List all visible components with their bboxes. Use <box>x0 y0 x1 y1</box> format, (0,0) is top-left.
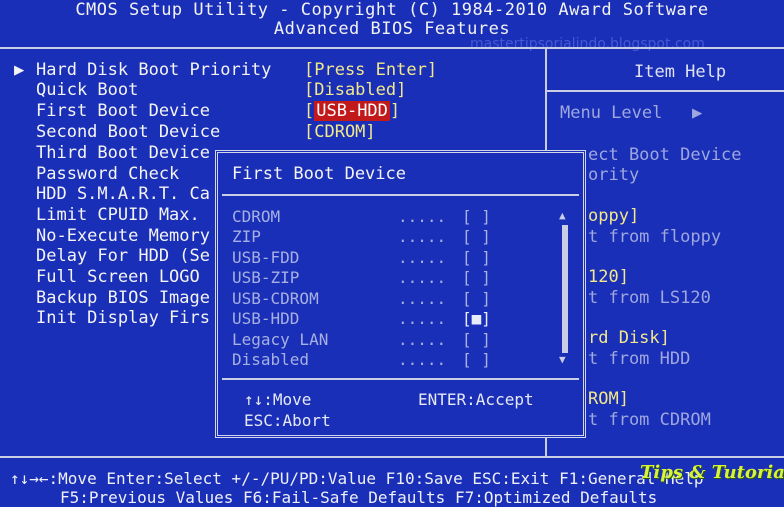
help-line: 120] <box>588 267 629 287</box>
setting-first-boot-device[interactable]: First Boot Device <box>36 101 210 121</box>
option-legacy-lan[interactable]: Legacy LAN <box>232 330 328 349</box>
option-usb-zip[interactable]: USB-ZIP <box>232 268 299 287</box>
dialog-title-divider <box>222 194 579 196</box>
setting-init-display-first[interactable]: Init Display Firs <box>36 308 210 328</box>
bottom-divider <box>0 456 784 458</box>
setting-value-hard-disk-boot-priority[interactable]: [Press Enter] <box>304 60 437 80</box>
option-checkbox[interactable]: [ ] <box>462 268 491 287</box>
window-title: CMOS Setup Utility - Copyright (C) 1984-… <box>75 0 709 20</box>
setting-value-first-boot-device[interactable]: [USB-HDD] <box>304 101 400 121</box>
help-title: Item Help <box>634 62 727 82</box>
help-line: t from floppy <box>588 227 722 247</box>
selected-value: USB-HDD <box>314 101 390 121</box>
help-line: oppy] <box>588 206 640 226</box>
option-disabled[interactable]: Disabled <box>232 350 309 369</box>
option-usb-fdd[interactable]: USB-FDD <box>232 248 299 267</box>
menu-level-arrow-icon: ▶ <box>692 103 703 123</box>
help-line: rd Disk] <box>588 328 670 348</box>
setting-no-execute-memory[interactable]: No-Execute Memory <box>36 226 210 246</box>
option-dots: ..... <box>398 309 447 328</box>
option-checkbox[interactable]: [ ] <box>462 248 491 267</box>
footer-keys-line1: ↑↓→←:Move Enter:Select +/-/PU/PD:Value F… <box>10 469 704 488</box>
option-dots: ..... <box>398 248 447 267</box>
scroll-thumb[interactable] <box>562 225 568 353</box>
bracket-close: ] <box>389 101 401 121</box>
setting-password-check[interactable]: Password Check <box>36 164 179 184</box>
option-checkbox[interactable]: [ ] <box>462 207 491 226</box>
setting-delay-for-hdd[interactable]: Delay For HDD (Se <box>36 246 210 266</box>
tips-tutorial-logo: Tips & Tutorial <box>640 462 784 483</box>
help-line: t from CDROM <box>588 410 711 430</box>
help-line: ROM] <box>588 389 629 409</box>
setting-hard-disk-boot-priority[interactable]: Hard Disk Boot Priority <box>36 60 271 80</box>
footer-keys-line2: F5:Previous Values F6:Fail-Safe Defaults… <box>60 488 658 507</box>
setting-full-screen-logo[interactable]: Full Screen LOGO <box>36 267 200 287</box>
hint-accept: ENTER:Accept <box>418 390 534 409</box>
hint-abort: ESC:Abort <box>244 411 331 430</box>
option-usb-hdd[interactable]: USB-HDD <box>232 309 299 328</box>
scroll-up-icon[interactable]: ▲ <box>559 209 566 222</box>
dialog-scrollbar[interactable]: ▲ ▼ <box>558 209 572 369</box>
option-dots: ..... <box>398 289 447 308</box>
first-boot-device-dialog: First Boot Device CDROM ..... [ ] ZIP ..… <box>215 150 586 438</box>
setting-value-quick-boot[interactable]: [Disabled] <box>304 80 406 100</box>
option-dots: ..... <box>398 330 447 349</box>
option-zip[interactable]: ZIP <box>232 227 261 246</box>
help-title-divider <box>545 90 784 92</box>
option-dots: ..... <box>398 227 447 246</box>
help-line: t from LS120 <box>588 288 711 308</box>
setting-second-boot-device[interactable]: Second Boot Device <box>36 122 220 142</box>
option-dots: ..... <box>398 207 447 226</box>
option-cdrom[interactable]: CDROM <box>232 207 280 226</box>
option-dots: ..... <box>398 350 447 369</box>
watermark: mastertipsorialindo.blogspot.com <box>470 36 705 52</box>
setting-third-boot-device[interactable]: Third Boot Device <box>36 143 210 163</box>
top-divider <box>0 47 784 49</box>
help-line: t from HDD <box>588 349 691 369</box>
setting-hdd-smart[interactable]: HDD S.M.A.R.T. Ca <box>36 184 210 204</box>
setting-quick-boot[interactable]: Quick Boot <box>36 80 138 100</box>
scroll-down-icon[interactable]: ▼ <box>559 353 566 366</box>
option-checkbox[interactable]: [ ] <box>462 330 491 349</box>
hint-move: ↑↓:Move <box>244 390 312 409</box>
help-line: ect Boot Device <box>588 145 742 165</box>
expand-arrow-icon: ▶ <box>14 60 25 80</box>
option-checkbox[interactable]: [ ] <box>462 350 491 369</box>
dialog-hint-divider <box>222 378 579 380</box>
setting-value-second-boot-device[interactable]: [CDROM] <box>304 122 376 142</box>
help-line: ority <box>588 165 640 185</box>
bracket-open: [ <box>304 101 315 121</box>
option-dots: ..... <box>398 268 447 287</box>
option-checkbox[interactable]: [ ] <box>462 227 491 246</box>
option-checkbox[interactable]: [ ] <box>462 289 491 308</box>
option-usb-cdrom[interactable]: USB-CDROM <box>232 289 319 308</box>
menu-level-label: Menu Level <box>560 103 663 123</box>
setting-limit-cpuid[interactable]: Limit CPUID Max. <box>36 205 200 225</box>
option-checkbox-selected[interactable]: [■] <box>462 309 491 328</box>
dialog-title: First Boot Device <box>232 164 406 184</box>
setting-backup-bios-image[interactable]: Backup BIOS Image <box>36 288 210 308</box>
